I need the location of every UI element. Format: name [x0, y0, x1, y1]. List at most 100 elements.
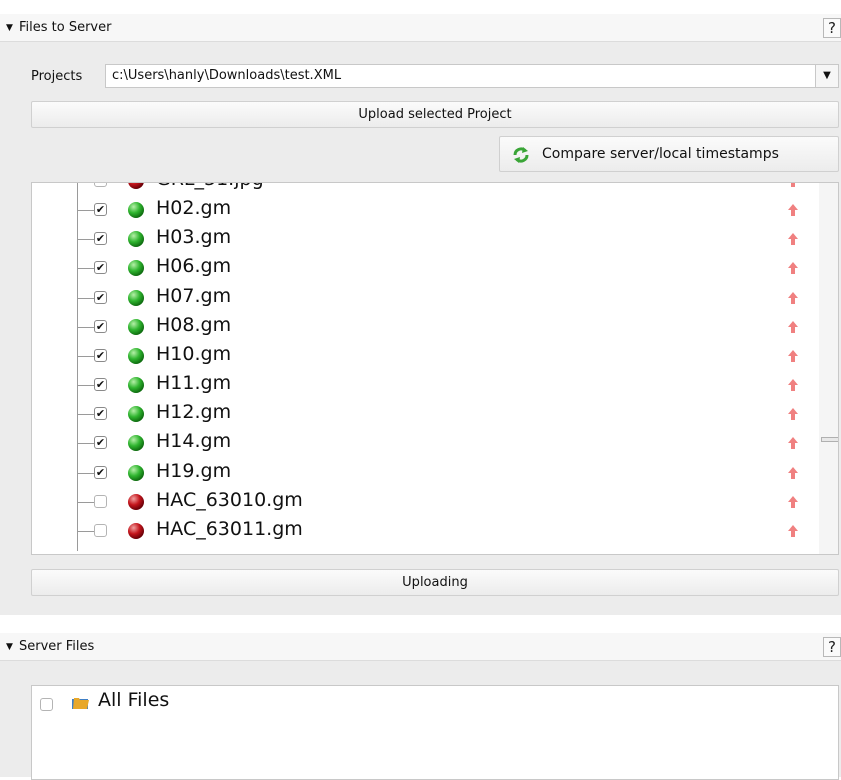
file-checkbox[interactable]: ✔ — [94, 465, 107, 479]
upload-arrow-icon[interactable] — [788, 408, 798, 421]
file-name: H12.gm — [156, 401, 232, 424]
collapse-caret-icon[interactable]: ▼ — [6, 633, 13, 661]
all-files-label: All Files — [98, 689, 170, 711]
file-name: HAC_63010.gm — [156, 488, 303, 511]
files-to-server-header[interactable]: ▼ Files to Server ? — [0, 14, 841, 42]
tree-branch-line — [77, 414, 94, 416]
green-status-icon — [128, 318, 144, 335]
scrollbar-thumb[interactable] — [821, 437, 838, 442]
green-status-icon — [128, 202, 144, 219]
tree-branch-line — [77, 355, 94, 357]
file-row[interactable]: ✔ H14.gm — [32, 429, 812, 458]
file-checkbox[interactable]: ✔ — [94, 407, 107, 421]
upload-arrow-icon[interactable] — [788, 291, 798, 304]
upload-arrow-icon[interactable] — [788, 233, 798, 246]
file-name: H08.gm — [156, 313, 232, 336]
upload-arrow-icon[interactable] — [788, 182, 798, 187]
upload-arrow-icon[interactable] — [788, 437, 798, 450]
file-row[interactable]: ✔ H19.gm — [32, 459, 812, 488]
file-row[interactable]: ✔ H10.gm — [32, 342, 812, 371]
tree-branch-line — [77, 443, 94, 445]
file-row[interactable]: ✔ H03.gm — [32, 225, 812, 254]
tree-branch-line — [77, 268, 94, 270]
uploading-button[interactable]: Uploading — [31, 569, 839, 596]
upload-arrow-icon[interactable] — [788, 466, 798, 479]
file-checkbox[interactable]: ✔ — [94, 261, 107, 275]
file-row[interactable]: HAC_63011.gm — [32, 517, 812, 546]
file-checkbox[interactable]: ✔ — [94, 436, 107, 450]
projects-label: Projects — [31, 69, 83, 84]
file-name: H19.gm — [156, 459, 232, 482]
server-file-tree[interactable]: All Files — [31, 685, 839, 780]
file-row[interactable]: ✔ H02.gm — [32, 196, 812, 225]
refresh-icon — [513, 147, 529, 163]
tree-branch-line — [77, 472, 94, 474]
file-checkbox[interactable]: ✔ — [94, 378, 107, 392]
file-checkbox[interactable]: ✔ — [94, 319, 107, 333]
red-status-icon — [128, 522, 144, 539]
tree-branch-line — [77, 239, 94, 241]
green-status-icon — [128, 377, 144, 394]
compare-timestamps-button[interactable]: Compare server/local timestamps — [499, 136, 839, 172]
green-status-icon — [128, 289, 144, 306]
upload-arrow-icon[interactable] — [788, 320, 798, 333]
file-row[interactable]: ✔ H11.gm — [32, 371, 812, 400]
file-name: GRL_51.jpg — [156, 183, 264, 190]
file-row[interactable]: HAC_63010.gm — [32, 488, 812, 517]
upload-arrow-icon[interactable] — [788, 495, 798, 508]
file-name: H10.gm — [156, 342, 232, 365]
upload-arrow-icon[interactable] — [788, 379, 798, 392]
green-status-icon — [128, 231, 144, 248]
collapse-caret-icon[interactable]: ▼ — [6, 14, 13, 42]
dropdown-arrow-icon[interactable]: ▼ — [815, 64, 839, 88]
compare-label: Compare server/local timestamps — [542, 146, 779, 162]
file-checkbox[interactable]: ✔ — [94, 348, 107, 362]
file-name: H06.gm — [156, 255, 232, 278]
file-checkbox[interactable] — [94, 183, 107, 187]
server-files-title: Server Files — [19, 639, 95, 654]
upload-selected-project-button[interactable]: Upload selected Project — [31, 101, 839, 128]
file-name: H14.gm — [156, 430, 232, 453]
file-name: H03.gm — [156, 226, 232, 249]
file-checkbox[interactable] — [94, 494, 107, 508]
scrollbar[interactable] — [819, 183, 838, 554]
upload-arrow-icon[interactable] — [788, 262, 798, 275]
file-checkbox[interactable]: ✔ — [94, 290, 107, 304]
file-row[interactable]: GRL_51.jpg — [32, 182, 812, 196]
tree-branch-line — [77, 297, 94, 299]
file-name: H02.gm — [156, 197, 232, 220]
file-tree[interactable]: GRL_51.jpg ✔ H02.gm ✔ H03.gm ✔ H06.gm ✔ H07.gm ✔ H… — [31, 182, 839, 555]
red-status-icon — [128, 183, 144, 189]
green-status-icon — [128, 464, 144, 481]
help-button[interactable]: ? — [823, 18, 841, 38]
file-checkbox[interactable]: ✔ — [94, 232, 107, 246]
upload-arrow-icon[interactable] — [788, 204, 798, 217]
green-status-icon — [128, 435, 144, 452]
tree-branch-line — [77, 210, 94, 212]
upload-arrow-icon[interactable] — [788, 349, 798, 362]
tree-branch-line — [77, 385, 94, 387]
folder-icon — [72, 698, 89, 709]
files-to-server-title: Files to Server — [19, 20, 112, 35]
file-row[interactable]: ✔ H07.gm — [32, 284, 812, 313]
file-name: HAC_63011.gm — [156, 517, 303, 540]
green-status-icon — [128, 347, 144, 364]
file-row[interactable]: ✔ H12.gm — [32, 400, 812, 429]
tree-branch-line — [77, 501, 94, 503]
file-checkbox[interactable]: ✔ — [94, 203, 107, 217]
red-status-icon — [128, 493, 144, 510]
file-row[interactable]: ✔ H08.gm — [32, 313, 812, 342]
tree-branch-line — [77, 326, 94, 328]
upload-arrow-icon[interactable] — [788, 524, 798, 537]
file-checkbox[interactable] — [94, 523, 107, 537]
server-files-header[interactable]: ▼ Server Files ? — [0, 633, 841, 661]
tree-branch-line — [77, 530, 94, 532]
file-name: H07.gm — [156, 284, 232, 307]
help-button[interactable]: ? — [823, 637, 841, 657]
projects-select[interactable]: c:\Users\hanly\Downloads\test.XML — [105, 64, 816, 88]
file-name: H11.gm — [156, 372, 232, 395]
green-status-icon — [128, 260, 144, 277]
file-row[interactable]: ✔ H06.gm — [32, 254, 812, 283]
all-files-checkbox[interactable] — [40, 698, 53, 711]
green-status-icon — [128, 406, 144, 423]
